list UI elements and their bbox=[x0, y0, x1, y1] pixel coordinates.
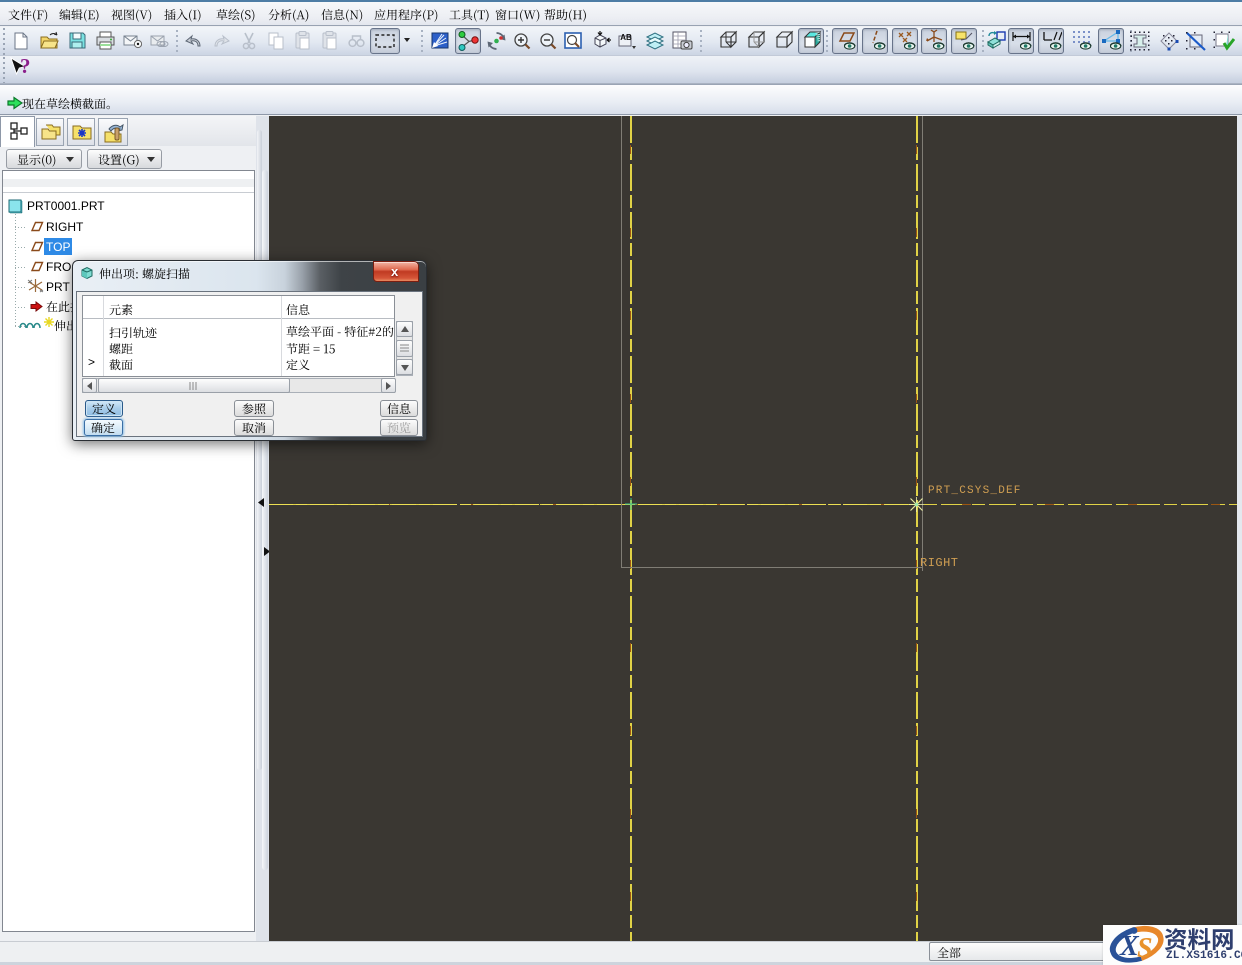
svg-text:S: S bbox=[1137, 933, 1153, 964]
svg-text:AB: AB bbox=[620, 33, 632, 42]
